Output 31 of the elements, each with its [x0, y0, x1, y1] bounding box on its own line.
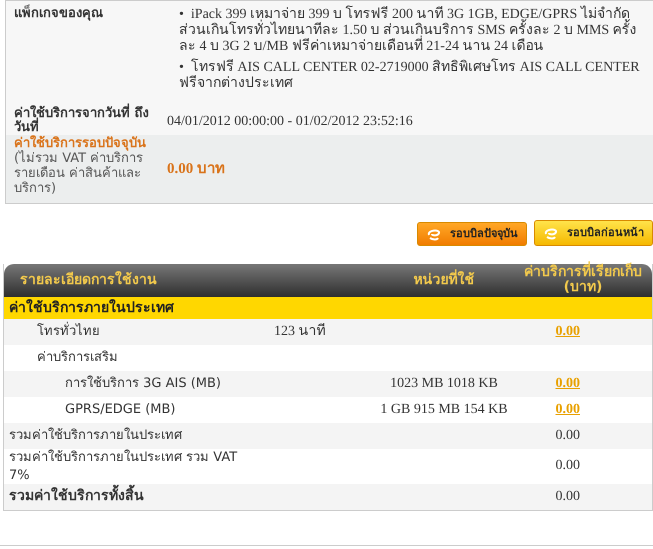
- column-header: รายละเอียดการใช้งาน: [20, 272, 157, 288]
- section-heading: ค่าใช้บริการภายในประเทศ: [4, 296, 652, 320]
- total-label: รวมค่าใช้บริการภายในประเทศ: [9, 427, 182, 445]
- bill-cycle-button[interactable]: รอบบิลก่อนหน้า: [534, 220, 653, 246]
- package-item: • iPack 399 เหมาจ่าย 399 บ โทรฟรี 200 นาที 3G 1GB, EDGE/GPRS ไม่จำกัด ส่วนเกินโทรทั่วไทยนาทีละ 1.50 บ ส่วนเกินบริการ SMS ครั้งละ 2 บ MMS ครั้งละ 4 บ 3G 2 บ/MB ฟรีค่าเหมาจ่ายเดือนที่ 21-24 นาน 24 เดือน: [179, 7, 638, 56]
- field-label: ค่าใช้บริการรอบปัจจุบัน: [14, 136, 147, 151]
- charge-link[interactable]: 0.00: [556, 376, 580, 391]
- usage-value: 123 นาที: [274, 324, 326, 340]
- charge-link[interactable]: 0.00: [556, 402, 580, 417]
- grand-total-label: รวมค่าใช้บริการทั้งสิ้น: [9, 487, 144, 508]
- date-range: 04/01/2012 00:00:00 - 01/02/2012 23:52:16: [167, 114, 413, 130]
- row-label: โทรทั่วไทย: [37, 324, 100, 340]
- total-label: รวมค่าใช้บริการภายในประเทศ รวม VAT 7%: [9, 449, 238, 484]
- column-header: หน่วยที่ใช้: [414, 272, 474, 288]
- row-label: ค่าบริการเสริม: [37, 350, 118, 366]
- charge-value: 0.00: [556, 488, 580, 504]
- usage-value: 1023 MB 1018 KB: [390, 376, 498, 392]
- package-item: • โทรฟรี AIS CALL CENTER 02-2719000 สิทธิพิเศษโทร AIS CALL CENTER ฟรีจากต่างประเทศ: [179, 60, 641, 92]
- field-label: ค่าใช้บริการจากวันที่ ถึง วันที่: [6, 101, 161, 135]
- current-charge: 0.00 บาท: [167, 162, 225, 178]
- loop-icon: [426, 226, 442, 240]
- field-note: (ไม่รวม VAT ค่าบริการรายเดือน ค่าสินค้าและบริการ): [14, 152, 144, 196]
- charge-link[interactable]: 0.00: [556, 324, 580, 339]
- usage-value: 1 GB 915 MB 154 KB: [380, 402, 508, 418]
- field-label: แพ็กเกจของคุณ: [13, 4, 104, 23]
- bill-cycle-button[interactable]: รอบบิลปัจจุบัน: [417, 222, 527, 246]
- row-label: GPRS/EDGE (MB): [65, 402, 176, 418]
- charge-value: 0.00: [556, 428, 580, 443]
- row-label: การใช้บริการ 3G AIS (MB): [65, 376, 221, 392]
- loop-icon: [543, 226, 559, 240]
- charge-value: 0.00: [556, 458, 580, 474]
